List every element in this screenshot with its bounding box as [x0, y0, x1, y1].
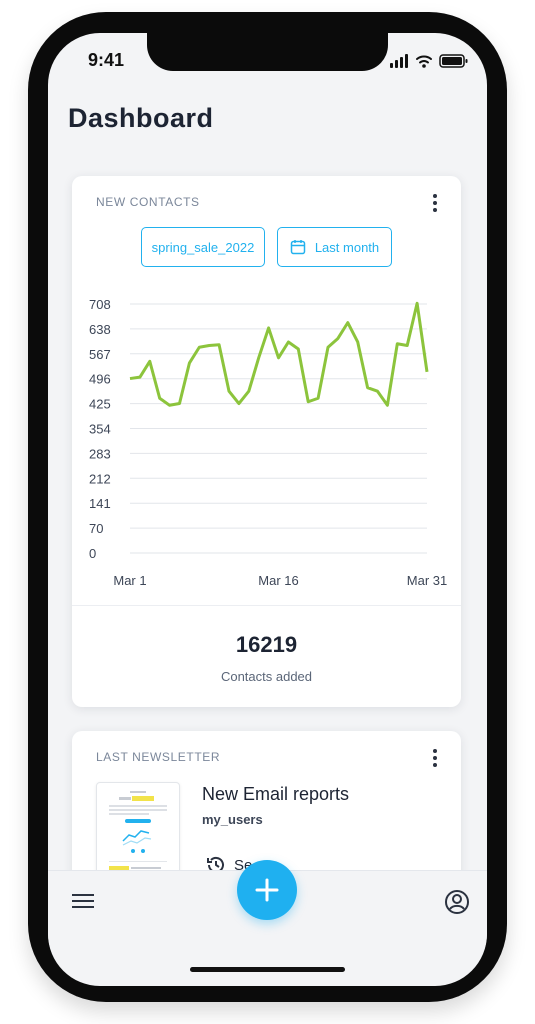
plus-icon: [255, 878, 279, 902]
period-filter-label: Last month: [314, 239, 380, 255]
y-tick-label: 708: [89, 297, 111, 312]
y-tick-label: 70: [89, 521, 103, 536]
y-tick-label: 0: [89, 546, 96, 561]
kebab-menu-icon[interactable]: [427, 192, 443, 214]
page-title: Dashboard: [68, 103, 214, 133]
card-label: LAST NEWSLETTER: [96, 750, 221, 764]
newsletter-title[interactable]: New Email reports: [202, 784, 349, 805]
card-label: NEW CONTACTS: [96, 195, 200, 209]
y-tick-label: 212: [89, 471, 111, 486]
new-contacts-card: NEW CONTACTS spring_sale_2022 Last month…: [72, 176, 461, 707]
battery-icon: [439, 54, 468, 68]
y-tick-label: 638: [89, 322, 111, 337]
y-tick-label: 496: [89, 372, 111, 387]
hamburger-menu-icon[interactable]: [72, 890, 94, 912]
signal-icon: [390, 54, 408, 68]
notch: [147, 33, 388, 71]
y-tick-label: 567: [89, 347, 111, 362]
newsletter-list: my_users: [202, 812, 263, 827]
add-button[interactable]: [237, 860, 297, 920]
divider: [72, 605, 461, 606]
y-tick-label: 141: [89, 496, 111, 511]
y-tick-label: 425: [89, 397, 111, 412]
contacts-line-chart: 708 638 567 496 425 354 283 212 141 70 0 Mar 1 Mar 1…: [89, 297, 447, 588]
period-filter-button[interactable]: Last month: [277, 227, 392, 267]
segment-filter-label: spring_sale_2022: [151, 239, 255, 255]
x-tick-label: Mar 31: [407, 573, 447, 588]
kebab-menu-icon[interactable]: [427, 747, 443, 769]
y-tick-label: 283: [89, 446, 111, 461]
contacts-total: 16219: [235, 632, 298, 657]
x-tick-label: Mar 1: [113, 573, 146, 588]
x-tick-label: Mar 16: [258, 573, 298, 588]
contacts-total-label: Contacts added: [220, 669, 313, 684]
segment-filter-button[interactable]: spring_sale_2022: [141, 227, 265, 267]
status-time: 9:41: [88, 50, 125, 70]
status-icons: [390, 54, 468, 68]
calendar-icon: [290, 240, 306, 255]
wifi-icon: [416, 55, 432, 64]
home-indicator: [190, 967, 345, 972]
account-icon[interactable]: [444, 889, 470, 915]
y-tick-label: 354: [89, 422, 111, 437]
